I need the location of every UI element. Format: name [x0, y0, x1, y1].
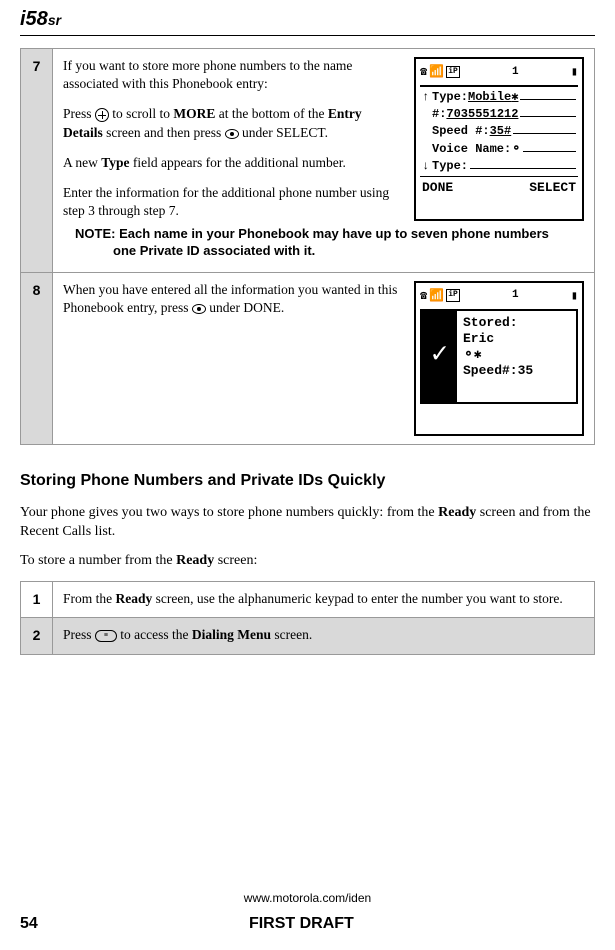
step-number-7: 7: [21, 49, 53, 273]
logo-suffix: sr: [48, 12, 61, 28]
header-divider: [20, 35, 595, 36]
phone-content: ↑Type: Mobile✱ #: 7035551212 Speed #: 35…: [420, 85, 578, 174]
section-para2: To store a number from the Ready screen:: [20, 552, 595, 571]
phone-screen-step8: ☎ 📶 iP 1 ▮ ✓ Stored: Eric ⚬✱ Sp: [414, 281, 584, 436]
step-7-para4: Enter the information for the additional…: [63, 184, 404, 220]
stored-label: Stored:: [463, 315, 570, 331]
menu-key-icon: ≡: [95, 630, 117, 642]
phone-icon: ☎: [420, 64, 427, 80]
draft-label: FIRST DRAFT: [249, 913, 354, 935]
step-number-8: 8: [21, 272, 53, 444]
step-1-body: From the Ready screen, use the alphanume…: [53, 581, 595, 618]
logo-main: i58: [20, 8, 48, 30]
stored-content: Stored: Eric ⚬✱ Speed#:35: [457, 311, 576, 402]
phone-softkeys: DONE SELECT: [420, 176, 578, 197]
nav-key-icon: [95, 108, 109, 122]
section-para1: Your phone gives you two ways to store p…: [20, 504, 595, 542]
footer: www.motorola.com/iden 54 FIRST DRAFT: [20, 890, 595, 935]
stored-icons: ⚬✱: [463, 347, 570, 363]
section-heading: Storing Phone Numbers and Private IDs Qu…: [20, 470, 595, 492]
status-num: 1: [512, 65, 519, 80]
step-7-para2: Press to scroll to MORE at the bottom of…: [63, 105, 404, 141]
phone-icon: ☎: [420, 288, 427, 304]
logo: i58sr: [20, 5, 595, 33]
step-7-para1: If you want to store more phone numbers …: [63, 57, 404, 93]
softkey-select: SELECT: [529, 179, 576, 197]
steps-table-1: 7 If you want to store more phone number…: [20, 48, 595, 445]
stored-name: Eric: [463, 331, 570, 347]
ip-icon: iP: [446, 66, 460, 79]
step-8-body: When you have entered all the informatio…: [53, 272, 595, 444]
stored-box: ✓ Stored: Eric ⚬✱ Speed#:35: [420, 309, 578, 404]
step-8-para: When you have entered all the informatio…: [63, 281, 404, 317]
signal-icon: 📶: [429, 64, 444, 80]
page-number: 54: [20, 913, 38, 935]
signal-icon: 📶: [429, 288, 444, 304]
step-7-body: If you want to store more phone numbers …: [53, 49, 595, 273]
status-bar-8: ☎ 📶 iP 1 ▮: [420, 287, 578, 305]
step-number-1: 1: [21, 581, 53, 618]
checkmark-icon: ✓: [422, 311, 457, 402]
phone-screen-step7: ☎ 📶 iP 1 ▮ ↑Type: Mobile✱ #: 7035551212 …: [414, 57, 584, 221]
ip-icon: iP: [446, 289, 460, 302]
softkey-done: DONE: [422, 179, 453, 197]
steps-table-2: 1 From the Ready screen, use the alphanu…: [20, 581, 595, 655]
status-bar: ☎ 📶 iP 1 ▮: [420, 63, 578, 81]
softkey-icon: [225, 129, 239, 139]
step-7-text: If you want to store more phone numbers …: [63, 57, 404, 221]
step-8-text: When you have entered all the informatio…: [63, 281, 404, 436]
stored-speed: Speed#:35: [463, 363, 570, 379]
battery-icon: ▮: [571, 288, 578, 304]
step-number-2: 2: [21, 618, 53, 655]
softkey-icon: [192, 304, 206, 314]
status-num-8: 1: [512, 288, 519, 303]
step-2-body: Press ≡ to access the Dialing Menu scree…: [53, 618, 595, 655]
step-7-para3: A new Type field appears for the additio…: [63, 154, 404, 172]
battery-icon: ▮: [571, 64, 578, 80]
footer-url: www.motorola.com/iden: [20, 890, 595, 907]
step-7-note: NOTE: Each name in your Phonebook may ha…: [63, 221, 584, 264]
